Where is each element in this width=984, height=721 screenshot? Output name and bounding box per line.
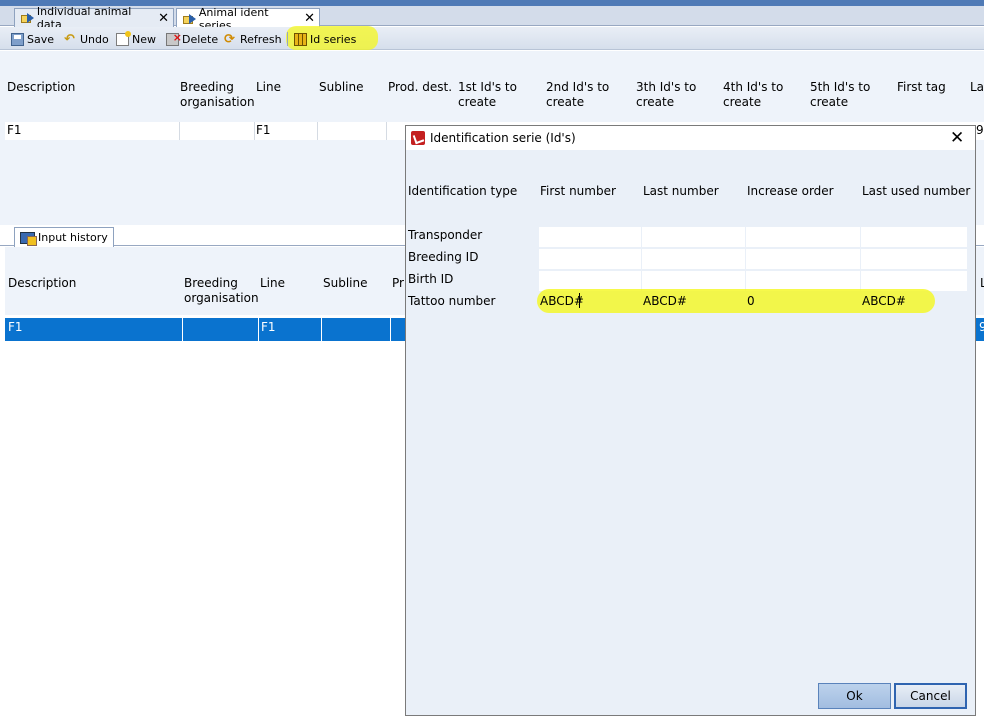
breeding-id-increase-order-input[interactable] bbox=[746, 249, 860, 269]
transponder-last-number-input[interactable] bbox=[642, 227, 745, 247]
text-cursor bbox=[579, 293, 580, 308]
delete-label: Delete bbox=[182, 32, 219, 46]
tattoo-first-number-input[interactable] bbox=[539, 291, 641, 311]
column-header-line[interactable]: Line bbox=[256, 80, 281, 95]
form-arrow-icon bbox=[21, 13, 34, 23]
save-icon bbox=[11, 32, 24, 46]
save-label: Save bbox=[27, 32, 55, 46]
column-header-first-tag[interactable]: First tag bbox=[897, 80, 946, 95]
column-header-4th-ids[interactable]: 4th Id's to create bbox=[723, 80, 799, 110]
grid-divider bbox=[321, 318, 322, 341]
grid-divider bbox=[317, 122, 318, 140]
column-header-last-partial[interactable]: La bbox=[970, 80, 984, 95]
refresh-label: Refresh bbox=[240, 32, 282, 46]
ok-button[interactable]: Ok bbox=[818, 683, 891, 709]
tattoo-last-number-input[interactable] bbox=[642, 291, 745, 311]
column-header-5th-ids[interactable]: 5th Id's to create bbox=[810, 80, 886, 110]
birth-id-last-used-number-input[interactable] bbox=[861, 271, 967, 291]
column-header-subline[interactable]: Subline bbox=[319, 80, 364, 95]
grid-divider bbox=[182, 318, 183, 341]
column-header-1st-ids[interactable]: 1st Id's to create bbox=[458, 80, 534, 110]
form-arrow-icon bbox=[183, 13, 196, 24]
column-header-increase-order: Increase order bbox=[747, 184, 834, 198]
close-tab-icon[interactable]: ✕ bbox=[304, 11, 315, 26]
tab-input-history[interactable]: Input history bbox=[14, 227, 114, 247]
cell-line: F1 bbox=[256, 123, 271, 137]
toolbar-separator bbox=[287, 32, 288, 46]
column-header-description[interactable]: Description bbox=[7, 80, 75, 95]
app-logo-icon bbox=[411, 131, 425, 145]
new-document-icon bbox=[116, 30, 131, 46]
grid-divider bbox=[254, 122, 255, 140]
id-series-label: Id series bbox=[310, 32, 357, 46]
tab-individual-animal-data[interactable]: Individual animal data ✕ bbox=[14, 5, 174, 31]
id-series-button[interactable]: Id series bbox=[292, 30, 358, 48]
id-series-icon bbox=[294, 32, 307, 46]
cell-description: F1 bbox=[8, 320, 23, 334]
grid-divider bbox=[386, 122, 387, 140]
delete-button[interactable]: Delete bbox=[164, 30, 220, 48]
column-header-line[interactable]: Line bbox=[260, 276, 285, 291]
column-header-last-partial[interactable]: L bbox=[980, 276, 984, 291]
close-tab-icon[interactable]: ✕ bbox=[158, 11, 169, 26]
birth-id-first-number-input[interactable] bbox=[539, 271, 641, 291]
label-tattoo-number: Tattoo number bbox=[408, 294, 496, 308]
column-header-breeding-organisation[interactable]: Breeding organisation bbox=[180, 80, 255, 110]
delete-icon bbox=[166, 31, 182, 46]
new-button[interactable]: New bbox=[114, 30, 158, 48]
cell-tail: 9 bbox=[979, 320, 984, 334]
undo-button[interactable]: ↶ Undo bbox=[62, 30, 111, 48]
cell-description: F1 bbox=[7, 123, 22, 137]
identification-serie-dialog bbox=[405, 125, 976, 716]
column-header-subline[interactable]: Subline bbox=[323, 276, 368, 291]
breeding-id-last-number-input[interactable] bbox=[642, 249, 745, 269]
label-birth-id: Birth ID bbox=[408, 272, 454, 286]
birth-id-increase-order-input[interactable] bbox=[746, 271, 860, 291]
cell-line: F1 bbox=[261, 320, 276, 334]
column-header-3th-ids[interactable]: 3th Id's to create bbox=[636, 80, 712, 110]
tab-animal-ident-series[interactable]: Animal ident series ✕ bbox=[176, 6, 320, 32]
column-header-2nd-ids[interactable]: 2nd Id's to create bbox=[546, 80, 622, 110]
refresh-button[interactable]: ⟳ Refresh bbox=[222, 30, 284, 48]
input-history-icon bbox=[20, 231, 37, 246]
column-header-first-number: First number bbox=[540, 184, 616, 198]
grid-divider bbox=[390, 318, 391, 341]
column-header-identification-type: Identification type bbox=[408, 184, 518, 198]
refresh-icon: ⟳ bbox=[224, 31, 235, 47]
label-transponder: Transponder bbox=[408, 228, 483, 242]
tab-label: Input history bbox=[38, 231, 108, 244]
column-header-last-number: Last number bbox=[643, 184, 719, 198]
tattoo-last-used-number-input[interactable] bbox=[861, 291, 967, 311]
dialog-title: Identification serie (Id's) bbox=[430, 131, 576, 145]
grid-divider bbox=[258, 318, 259, 341]
label-breeding-id: Breeding ID bbox=[408, 250, 479, 264]
new-label: New bbox=[132, 32, 156, 46]
transponder-last-used-number-input[interactable] bbox=[861, 227, 967, 247]
transponder-increase-order-input[interactable] bbox=[746, 227, 860, 247]
column-header-breeding-organisation[interactable]: Breeding organisation bbox=[184, 276, 259, 306]
undo-label: Undo bbox=[80, 32, 109, 46]
tattoo-increase-order-input[interactable] bbox=[746, 291, 860, 311]
column-header-description[interactable]: Description bbox=[8, 276, 76, 291]
breeding-id-last-used-number-input[interactable] bbox=[861, 249, 967, 269]
close-icon[interactable]: ✕ bbox=[950, 128, 964, 148]
column-header-last-used-number: Last used number bbox=[862, 184, 971, 198]
birth-id-last-number-input[interactable] bbox=[642, 271, 745, 291]
column-header-prod-dest[interactable]: Prod. dest. bbox=[388, 80, 452, 95]
grid-divider bbox=[179, 122, 180, 140]
cell-tail: 99 bbox=[976, 123, 984, 137]
save-button[interactable]: Save bbox=[9, 30, 56, 48]
transponder-first-number-input[interactable] bbox=[539, 227, 641, 247]
undo-icon: ↶ bbox=[64, 31, 75, 47]
column-header-prod-partial[interactable]: Pr bbox=[392, 276, 404, 291]
cancel-button[interactable]: Cancel bbox=[894, 683, 967, 709]
breeding-id-first-number-input[interactable] bbox=[539, 249, 641, 269]
